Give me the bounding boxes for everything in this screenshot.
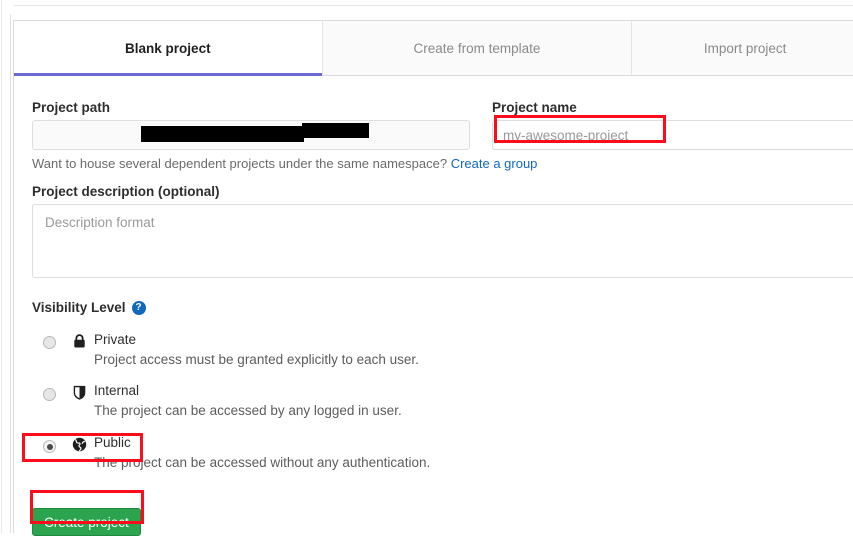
namespace-help-text: Want to house several dependent projects…	[32, 156, 537, 171]
project-type-tabs: Blank project Create from template Impor…	[14, 21, 853, 76]
visibility-internal-description: The project can be accessed by any logge…	[94, 403, 402, 418]
content-left-border	[10, 14, 11, 533]
visibility-public-description: The project can be accessed without any …	[94, 455, 431, 470]
visibility-private-description: Project access must be granted explicitl…	[94, 352, 419, 367]
tab-create-from-template-label: Create from template	[413, 40, 541, 56]
window-left-border	[1, 0, 2, 533]
visibility-level-header: Visibility Level ?	[32, 300, 146, 315]
redaction-bar-namespace	[141, 126, 304, 142]
project-name-placeholder: my-awesome-project	[503, 127, 629, 143]
new-project-card: Blank project Create from template Impor…	[13, 20, 853, 536]
tab-create-from-template[interactable]: Create from template	[322, 21, 633, 75]
visibility-public-name: Public	[94, 435, 131, 450]
tab-import-project[interactable]: Import project	[632, 21, 853, 75]
namespace-help-label: Want to house several dependent projects…	[32, 156, 448, 171]
tab-blank-project[interactable]: Blank project	[14, 21, 323, 76]
redaction-bar-path	[302, 123, 369, 138]
shield-icon	[71, 384, 88, 401]
create-project-button-label: Create project	[44, 514, 129, 530]
create-a-group-link[interactable]: Create a group	[451, 156, 538, 171]
project-description-textarea[interactable]: Description format	[32, 204, 853, 278]
create-project-button[interactable]: Create project	[32, 508, 141, 536]
visibility-level-label: Visibility Level	[32, 300, 126, 315]
radio-public[interactable]	[43, 440, 56, 453]
project-path-label: Project path	[32, 100, 111, 115]
tab-import-project-label: Import project	[703, 40, 787, 56]
visibility-private-name: Private	[94, 332, 137, 347]
tab-blank-project-label: Blank project	[125, 40, 211, 56]
visibility-internal-name: Internal	[94, 383, 140, 398]
radio-internal[interactable]	[43, 388, 56, 401]
page-root: Blank project Create from template Impor…	[0, 0, 853, 536]
radio-private[interactable]	[43, 336, 56, 349]
project-name-label: Project name	[492, 100, 577, 115]
window-top-border	[14, 5, 853, 6]
project-description-placeholder: Description format	[45, 215, 155, 230]
project-name-input[interactable]: my-awesome-project	[492, 120, 853, 150]
lock-icon	[71, 333, 88, 350]
project-description-label: Project description (optional)	[32, 184, 220, 199]
globe-icon	[71, 436, 88, 453]
help-icon[interactable]: ?	[131, 300, 146, 315]
